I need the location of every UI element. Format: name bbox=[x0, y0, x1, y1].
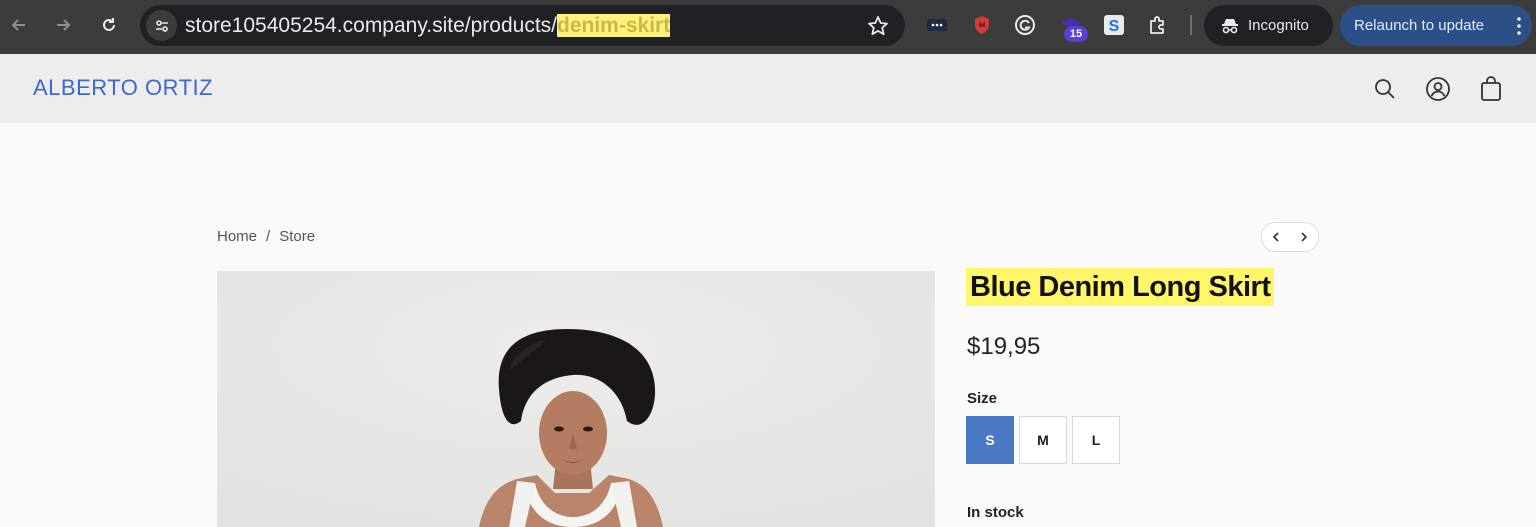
product-pager bbox=[1261, 222, 1319, 252]
url-text[interactable]: store105405254.company.site/products/den… bbox=[185, 5, 671, 46]
svg-text:S: S bbox=[1109, 18, 1120, 35]
search-icon[interactable] bbox=[1372, 76, 1398, 102]
url-highlight: denim-skirt bbox=[557, 14, 671, 37]
size-option-s[interactable]: S bbox=[966, 416, 1014, 464]
relaunch-label: Relaunch to update bbox=[1354, 17, 1485, 34]
address-bar[interactable]: store105405254.company.site/products/den… bbox=[140, 5, 905, 46]
arrow-left-icon bbox=[11, 19, 25, 31]
url-prefix: store105405254.company.site/products/ bbox=[185, 14, 558, 37]
breadcrumb-separator: / bbox=[266, 228, 271, 245]
size-option-m[interactable]: M bbox=[1019, 416, 1067, 464]
tune-icon bbox=[155, 19, 168, 32]
extension-count-badge: 15 bbox=[1064, 26, 1088, 42]
account-icon[interactable] bbox=[1425, 76, 1451, 102]
breadcrumb-home[interactable]: Home bbox=[217, 228, 257, 245]
site-info-button[interactable] bbox=[146, 10, 177, 41]
product-price: $19,95 bbox=[967, 333, 1041, 360]
arrow-right-icon bbox=[57, 19, 71, 31]
store-brand[interactable]: ALBERTO ORTIZ bbox=[33, 75, 213, 101]
extension-shield[interactable] bbox=[971, 14, 993, 36]
extension-s[interactable]: S bbox=[1103, 14, 1125, 36]
incognito-icon bbox=[1222, 18, 1238, 33]
size-option-l[interactable]: L bbox=[1072, 416, 1120, 464]
kebab-menu-icon[interactable] bbox=[1516, 16, 1522, 36]
incognito-label: Incognito bbox=[1248, 17, 1309, 34]
grammarly-icon bbox=[1015, 15, 1035, 35]
toolbar-divider bbox=[1190, 15, 1192, 35]
size-label: Size bbox=[967, 390, 998, 407]
more-dots-icon bbox=[927, 19, 947, 31]
product-photo[interactable] bbox=[217, 271, 935, 527]
red-shield-icon bbox=[975, 16, 989, 34]
breadcrumb-store[interactable]: Store bbox=[279, 228, 315, 245]
cart-bag-icon[interactable] bbox=[1478, 76, 1504, 102]
chevron-right-icon[interactable] bbox=[1298, 231, 1310, 243]
relaunch-button[interactable]: Relaunch to update bbox=[1340, 5, 1532, 46]
product-title: Blue Denim Long Skirt bbox=[966, 268, 1275, 306]
model-photo bbox=[217, 271, 935, 527]
forward-button[interactable] bbox=[48, 10, 78, 40]
extension-dots[interactable] bbox=[926, 14, 948, 36]
back-button[interactable] bbox=[4, 10, 34, 40]
reload-button[interactable] bbox=[94, 10, 124, 40]
extension-grammarly[interactable] bbox=[1014, 14, 1036, 36]
reload-icon bbox=[103, 18, 115, 31]
s-logo-icon: S bbox=[1104, 15, 1124, 35]
breadcrumb: Home / Store bbox=[217, 228, 315, 245]
browser-toolbar: store105405254.company.site/products/den… bbox=[0, 0, 1536, 54]
puzzle-icon bbox=[1150, 16, 1164, 34]
incognito-chip[interactable]: Incognito bbox=[1204, 5, 1333, 46]
extensions-button[interactable] bbox=[1147, 14, 1169, 36]
store-header: ALBERTO ORTIZ bbox=[0, 54, 1536, 123]
size-selector: S M L bbox=[966, 416, 1120, 464]
stock-status: In stock bbox=[967, 504, 1024, 521]
chevron-left-icon[interactable] bbox=[1270, 231, 1282, 243]
bookmark-star-icon[interactable] bbox=[867, 15, 889, 37]
